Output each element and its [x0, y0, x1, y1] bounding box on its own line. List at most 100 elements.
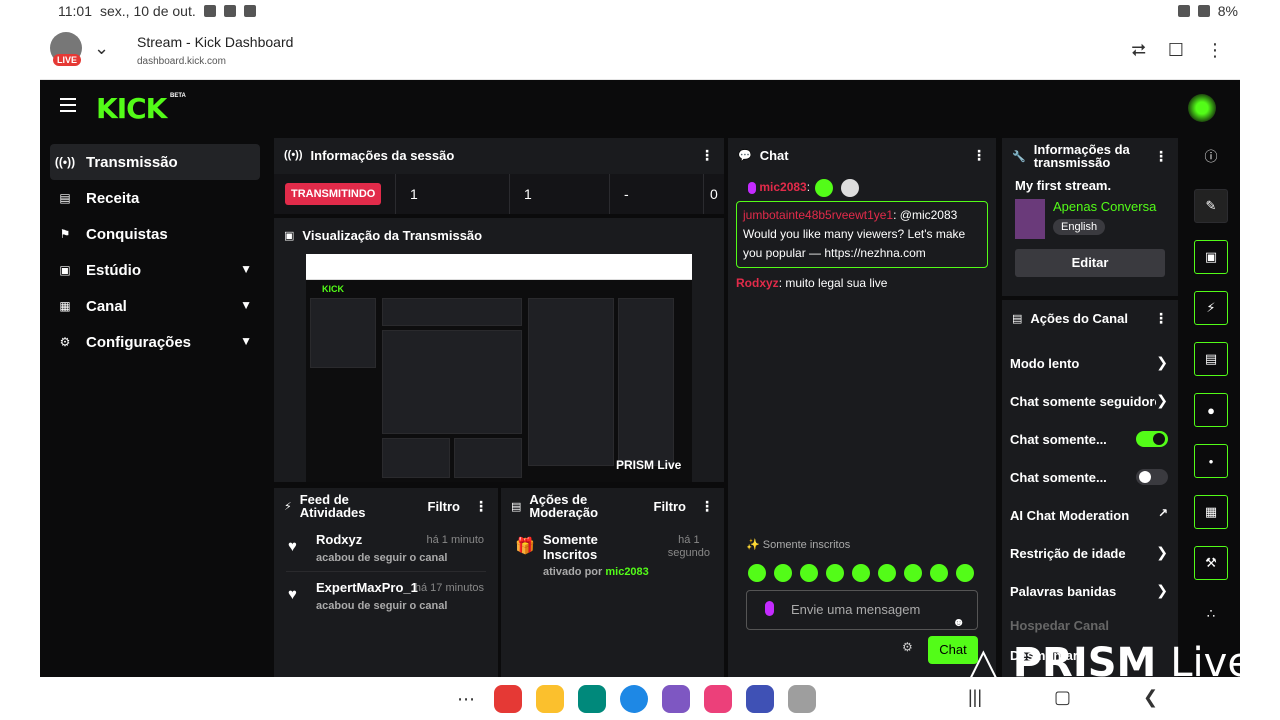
bolt-icon[interactable]: ⚡	[1194, 291, 1228, 325]
prism-app-icon[interactable]	[788, 685, 816, 713]
heart-icon: ♥	[288, 538, 297, 555]
recents-icon[interactable]: |||	[968, 687, 982, 708]
more-vert-icon[interactable]: ⋮	[1154, 148, 1168, 165]
emote-icon[interactable]	[956, 564, 974, 582]
notification-icon	[203, 5, 216, 17]
setting-age-restriction[interactable]: Restrição de idade ❯	[1002, 534, 1178, 572]
sidebar-item-label: Receita	[86, 189, 140, 207]
kick-dashboard: KICK BETA ((•)) Transmissão ▤ Receita ⚑ …	[40, 80, 1240, 677]
more-vert-icon[interactable]: ⋮	[1154, 310, 1168, 327]
back-icon[interactable]: ❮	[1143, 687, 1158, 708]
emote-icon[interactable]	[878, 564, 896, 582]
calendar-app-icon[interactable]	[578, 685, 606, 713]
category-name[interactable]: Apenas Conversa	[1053, 199, 1156, 214]
chevron-down-icon: ▼	[240, 334, 252, 348]
edit-button[interactable]: Editar	[1015, 249, 1165, 277]
preview-browser-bar	[306, 254, 692, 280]
moderation-action: Somente Inscritos	[543, 532, 598, 562]
chevron-down-icon[interactable]: ⌄	[94, 38, 109, 59]
trophy-icon: ⚑	[59, 227, 71, 241]
setting-label: Chat somente...	[1010, 469, 1107, 485]
info-icon[interactable]: ⓘ	[1194, 138, 1228, 172]
chat-input[interactable]: Envie uma mensagem ☻	[746, 590, 978, 630]
sidebar-item-transmissao[interactable]: ((•)) Transmissão	[50, 144, 260, 180]
sidebar-item-canal[interactable]: ▦ Canal ▼	[50, 288, 260, 324]
setting-followers-only[interactable]: Chat somente seguidores ❯	[1002, 382, 1178, 420]
setting-label: AI Chat Moderation	[1010, 507, 1130, 523]
filter-button[interactable]: Filtro	[428, 499, 461, 514]
more-vert-icon[interactable]: ⋮	[474, 498, 488, 515]
messages-app-icon[interactable]	[620, 685, 648, 713]
widgets-icon[interactable]: ∴	[1194, 597, 1228, 631]
sidebar-item-label: Configurações	[86, 333, 192, 351]
feed-user[interactable]: Rodxyz	[316, 532, 362, 547]
moderation-by-user[interactable]: mic2083	[605, 566, 648, 578]
wifi-icon	[1197, 5, 1210, 17]
more-vert-icon[interactable]: ⋮	[700, 498, 714, 515]
sidebar-item-conquistas[interactable]: ⚑ Conquistas	[50, 216, 260, 252]
setting-host-channel[interactable]: Hospedar Canal	[1002, 610, 1178, 640]
chat-text: : muito legal sua live	[778, 275, 888, 290]
menu-icon[interactable]	[60, 98, 76, 112]
bookmark-icon[interactable]: ☐	[1168, 40, 1184, 61]
sidebar-item-estudio[interactable]: ▣ Estúdio ▼	[50, 252, 260, 288]
chat-username[interactable]: jumbotainte48b5rveewt1ye1	[743, 208, 893, 222]
share-icon[interactable]: ⮂	[1131, 40, 1145, 61]
sidebar-item-configuracoes[interactable]: ⚙ Configurações ▼	[50, 324, 260, 360]
gear-icon[interactable]: ⚙	[902, 640, 913, 654]
setting-label: Hospedar Canal	[1010, 617, 1109, 633]
app-drawer-icon[interactable]: ⋯	[452, 685, 480, 713]
moderation-title: Ações de Moderação	[529, 493, 598, 519]
camera-app-icon[interactable]	[704, 685, 732, 713]
emote-icon[interactable]	[930, 564, 948, 582]
studio-icon: ▣	[59, 263, 71, 277]
more-vert-icon[interactable]: ⋮	[972, 147, 986, 164]
emote-icon[interactable]	[852, 564, 870, 582]
stat-value: -	[610, 174, 704, 214]
wrench-icon[interactable]: ⚒	[1194, 546, 1228, 580]
more-vert-icon[interactable]: ⋮	[700, 147, 714, 164]
toggle-switch[interactable]	[1136, 469, 1168, 485]
emote-icon[interactable]	[826, 564, 844, 582]
page-url[interactable]: dashboard.kick.com	[137, 56, 226, 67]
setting-ai-moderation[interactable]: AI Chat Moderation ↗	[1002, 496, 1178, 534]
more-vert-icon[interactable]: ⋮	[1206, 40, 1224, 61]
emote-icon[interactable]	[800, 564, 818, 582]
toggle-switch[interactable]	[1136, 431, 1168, 447]
feed-user[interactable]: ExpertMaxPro_1	[316, 580, 418, 595]
browser-header: LIVE ⌄ Stream - Kick Dashboard dashboard…	[40, 24, 1240, 80]
filter-button[interactable]: Filtro	[654, 499, 687, 514]
chart-icon: ▤	[59, 191, 71, 205]
chat-icon[interactable]: ●	[1194, 393, 1228, 427]
channel-icon[interactable]: ▦	[1194, 495, 1228, 529]
list-item: ♥ Rodxyz acabou de seguir o canal há 1 m…	[286, 524, 486, 572]
emote-icon[interactable]	[904, 564, 922, 582]
kick-logo[interactable]: KICK	[96, 92, 167, 125]
emote-icon[interactable]	[748, 564, 766, 582]
document-icon[interactable]: ▤	[1194, 342, 1228, 376]
emote-icon[interactable]	[774, 564, 792, 582]
roblox-app-icon[interactable]	[746, 685, 774, 713]
sidebar-item-receita[interactable]: ▤ Receita	[50, 180, 260, 216]
gear-icon: ⚙	[59, 335, 71, 349]
channel-actions-panel: ▤ Ações do Canal ⋮ Modo lento ❯ Chat som…	[1002, 300, 1178, 677]
user-avatar[interactable]	[1188, 94, 1216, 122]
browser-app-icon[interactable]	[662, 685, 690, 713]
home-icon[interactable]: ▢	[1054, 687, 1071, 708]
moderation-by-label: ativado por	[543, 566, 603, 578]
chat-username[interactable]: Rodxyz	[736, 276, 779, 290]
stream-info-title-line2: transmissão	[1033, 155, 1111, 170]
preview-body: KICK	[306, 280, 692, 482]
notification-icon-2	[223, 5, 236, 17]
chat-username[interactable]: mic2083	[759, 180, 806, 194]
stream-preview[interactable]: KICK PRISM Live	[306, 254, 692, 482]
app-icon[interactable]	[494, 685, 522, 713]
edit-icon[interactable]: ✎	[1194, 189, 1228, 223]
chevron-right-icon: ❯	[1156, 392, 1168, 408]
broadcast-icon[interactable]: •	[1194, 444, 1228, 478]
setting-banned-words[interactable]: Palavras banidas ❯	[1002, 572, 1178, 610]
preview-icon[interactable]: ▣	[1194, 240, 1228, 274]
channel-actions-title: Ações do Canal	[1030, 310, 1128, 326]
folder-app-icon[interactable]	[536, 685, 564, 713]
setting-slow-mode[interactable]: Modo lento ❯	[1002, 344, 1178, 382]
